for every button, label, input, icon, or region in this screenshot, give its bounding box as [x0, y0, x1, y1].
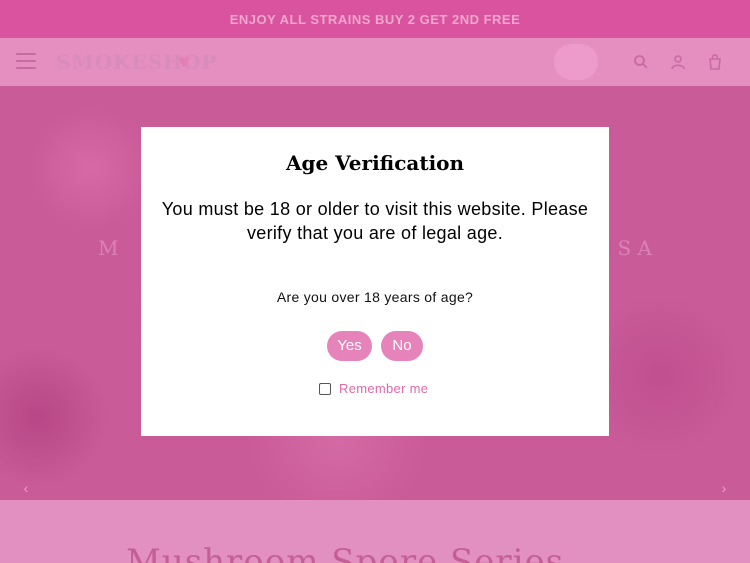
age-question: Are you over 18 years of age? — [276, 289, 474, 305]
no-button[interactable]: No — [381, 331, 423, 361]
hero-heading-left: M — [98, 236, 119, 260]
modal-title: Age Verification — [285, 151, 465, 175]
announcement-text: ENJOY ALL STRAINS BUY 2 GET 2ND FREE — [229, 11, 521, 27]
section-title: Mushroom Spore Series — [126, 542, 565, 563]
remember-me-label[interactable]: Remember me — [339, 381, 428, 396]
chevron-right-icon[interactable]: › — [716, 480, 732, 496]
chevron-left-icon[interactable]: ‹ — [18, 480, 34, 496]
remember-me[interactable]: Remember me — [319, 381, 428, 396]
age-verification-modal: Age Verification You must be 18 or older… — [141, 127, 609, 436]
hero-heading-right: S A — [617, 236, 652, 260]
site-header: SMOKESHOP ♥ — [0, 38, 750, 86]
announcement-bar: ENJOY ALL STRAINS BUY 2 GET 2ND FREE — [0, 0, 750, 38]
menu-icon[interactable] — [16, 53, 36, 69]
header-badge — [554, 44, 598, 80]
heart-icon: ♥ — [178, 51, 190, 73]
cart-icon[interactable] — [706, 54, 724, 72]
user-icon[interactable] — [669, 54, 687, 72]
modal-message: You must be 18 or older to visit this we… — [161, 199, 589, 243]
remember-me-checkbox[interactable] — [319, 382, 331, 395]
search-icon[interactable] — [632, 54, 650, 72]
yes-button[interactable]: Yes — [327, 331, 372, 361]
